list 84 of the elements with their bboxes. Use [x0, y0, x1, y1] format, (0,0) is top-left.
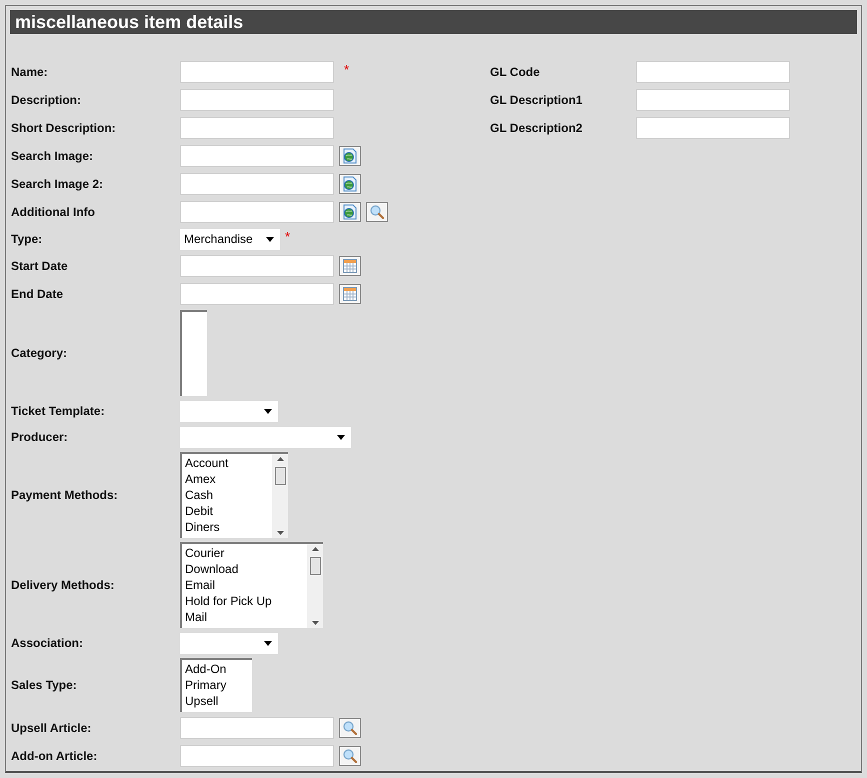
dropdown-caret-icon [266, 236, 274, 242]
list-box[interactable]: Account Amex Cash Debit Diners [180, 452, 288, 538]
list-option[interactable]: Diners [185, 519, 272, 535]
text-field[interactable] [180, 201, 334, 223]
list-option[interactable]: Primary [185, 677, 252, 693]
required-asterisk: * [344, 62, 350, 76]
scrollbar[interactable] [307, 544, 323, 628]
field-label: Category: [10, 345, 68, 362]
globe-page-icon [342, 204, 358, 220]
image-browse-button[interactable] [339, 146, 361, 166]
text-field[interactable] [180, 145, 334, 167]
search-icon [369, 204, 385, 220]
field-label: GL Description1 [490, 92, 584, 109]
search-button[interactable] [339, 746, 361, 766]
list-option[interactable]: Upsell [185, 693, 252, 709]
search-button[interactable] [339, 718, 361, 738]
dropdown-caret-icon [337, 434, 345, 440]
scrollbar-thumb[interactable] [310, 557, 320, 575]
image-browse-button[interactable] [339, 174, 361, 194]
field-label: Short Description: [10, 120, 117, 137]
field-label: Producer: [10, 429, 69, 446]
dropdown[interactable]: Merchandise [180, 228, 280, 250]
field-label: Description: [10, 92, 82, 109]
list-option[interactable]: Add-On [185, 661, 252, 677]
list-option[interactable]: Download [185, 561, 307, 577]
dropdown-caret-icon [264, 408, 272, 414]
list-box[interactable] [180, 310, 207, 396]
field-label: Upsell Article: [10, 720, 92, 737]
list-option[interactable]: Mail [185, 609, 307, 625]
calendar-icon [342, 258, 358, 274]
panel-title: miscellaneous item details [15, 13, 244, 31]
scrollbar-thumb[interactable] [274, 467, 286, 485]
text-field[interactable] [180, 61, 334, 83]
list-option[interactable]: Debit [185, 503, 272, 519]
text-field[interactable] [180, 717, 334, 739]
field-label: GL Description2 [490, 120, 584, 137]
calendar-icon [342, 286, 358, 302]
list-option[interactable]: Account [185, 455, 272, 471]
field-label: GL Code [490, 64, 541, 81]
image-browse-button[interactable] [339, 202, 361, 222]
text-field[interactable] [180, 745, 334, 767]
field-label: End Date [10, 286, 64, 303]
field-label: Search Image 2: [10, 176, 104, 193]
text-field[interactable] [180, 117, 334, 139]
field-label: Association: [10, 635, 84, 652]
field-label: Start Date [10, 258, 69, 275]
list-box[interactable]: Courier Download Email Hold for Pick Up Mail [180, 542, 323, 628]
field-label: Ticket Template: [10, 403, 106, 420]
search-icon [342, 720, 358, 736]
text-field[interactable] [636, 117, 790, 139]
text-field[interactable] [180, 173, 334, 195]
scrollbar[interactable] [272, 454, 288, 538]
text-field[interactable] [636, 89, 790, 111]
list-option[interactable]: Amex [185, 471, 272, 487]
scroll-up-arrow-icon[interactable] [312, 547, 318, 551]
search-button[interactable] [366, 202, 388, 222]
field-label: Delivery Methods: [10, 577, 116, 594]
field-label: Search Image: [10, 148, 94, 165]
text-field[interactable] [636, 61, 790, 83]
text-field[interactable] [180, 255, 334, 277]
calendar-button[interactable] [339, 284, 361, 304]
search-icon [342, 748, 358, 764]
required-asterisk: * [285, 230, 290, 242]
text-field[interactable] [180, 283, 334, 305]
list-box[interactable]: Add-On Primary Upsell [180, 658, 252, 712]
calendar-button[interactable] [339, 256, 361, 276]
field-label: Additional Info [10, 204, 96, 221]
list-option[interactable]: Hold for Pick Up [185, 593, 307, 609]
scroll-down-arrow-icon[interactable] [276, 531, 284, 535]
list-option[interactable]: Email [185, 577, 307, 593]
field-label: Add-on Article: [10, 748, 98, 765]
scroll-up-arrow-icon[interactable] [276, 457, 284, 461]
list-option[interactable]: Courier [185, 545, 307, 561]
globe-page-icon [342, 148, 358, 164]
list-option[interactable]: Cash [185, 487, 272, 503]
dropdown-caret-icon [264, 640, 272, 646]
dropdown-value: Merchandise [184, 231, 253, 248]
field-label: Payment Methods: [10, 487, 119, 504]
globe-page-icon [342, 176, 358, 192]
field-label: Sales Type: [10, 677, 78, 694]
field-label: Type: [10, 231, 44, 248]
scroll-down-arrow-icon[interactable] [312, 621, 318, 625]
field-label: Name: [10, 64, 49, 81]
text-field[interactable] [180, 89, 334, 111]
